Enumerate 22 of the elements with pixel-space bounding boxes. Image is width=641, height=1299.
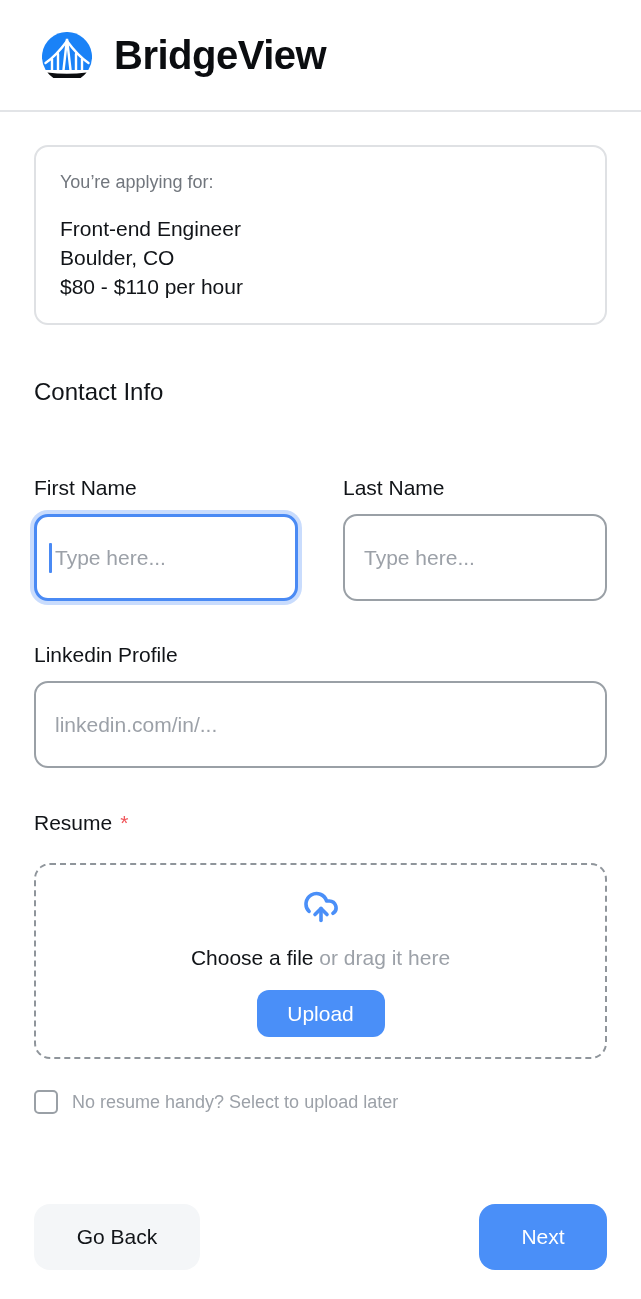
checkbox-label: No resume handy? Select to upload later <box>72 1091 399 1114</box>
cloud-upload-icon <box>302 889 339 925</box>
field-label: First Name <box>34 475 138 501</box>
job-title: Front-end Engineer <box>60 216 242 242</box>
text-input-field[interactable]: linkedin.com/in/... <box>34 681 607 768</box>
back-button[interactable]: Go Back <box>34 1204 200 1270</box>
job-location: Boulder, CO <box>60 245 176 271</box>
brand-name: BridgeView <box>114 32 327 78</box>
text-input-field[interactable]: Type here... <box>34 514 298 601</box>
field-label: Resume <box>34 810 113 836</box>
text-cursor-icon <box>49 542 52 573</box>
section-title: Contact Info <box>34 377 165 407</box>
field-label: Last Name <box>343 475 446 501</box>
required-mark: * <box>120 810 129 836</box>
field-label: Linkedin Profile <box>34 642 179 668</box>
checkbox[interactable] <box>34 1090 58 1114</box>
upload-prompt: Choose a file or drag it here <box>190 945 451 971</box>
text-input-field[interactable]: Type here... <box>343 514 607 601</box>
job-pay: $80 - $110 per hour <box>60 274 244 300</box>
bridge-logo-icon <box>42 32 92 78</box>
card-caption: You’re applying for: <box>60 171 215 194</box>
file-dropzone[interactable]: Choose a file or drag it here Upload <box>34 863 607 1059</box>
